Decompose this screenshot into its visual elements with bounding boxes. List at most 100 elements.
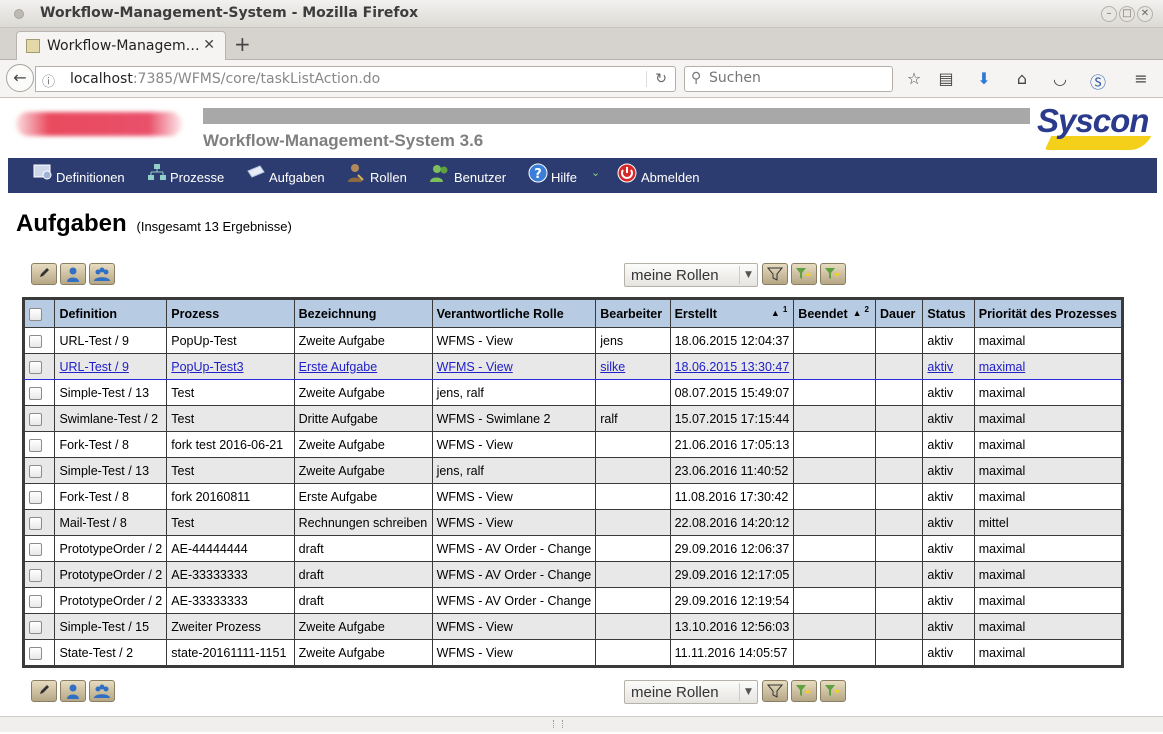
back-button[interactable]: ← [6, 64, 34, 92]
dropdown-arrow-icon[interactable]: ▼ [739, 683, 757, 701]
filter-down-button-bottom[interactable] [820, 680, 846, 702]
window-menu-icon[interactable] [14, 9, 24, 19]
row-checkbox[interactable] [29, 542, 42, 556]
menu-item-definitionen[interactable]: Definitionen [33, 163, 133, 189]
tab-close-icon[interactable]: ✕ [203, 37, 215, 53]
horizontal-scrollbar[interactable] [0, 716, 1163, 732]
menu-item-rollen[interactable]: Rollen [346, 163, 426, 189]
cell-bezeichnung: Zweite Aufgabe [293, 613, 433, 640]
cell-link-prioritaet[interactable]: maximal [979, 360, 1026, 374]
row-checkbox[interactable] [29, 568, 42, 582]
menu-item-hilfe[interactable]: ? Hilfe ⌄ [528, 163, 608, 189]
browser-tab[interactable]: Workflow-Managem… ✕ [16, 31, 226, 60]
scroll-grip[interactable] [553, 720, 563, 728]
role-filter-select[interactable]: meine Rollen ▼ [624, 263, 758, 287]
select-all-checkbox[interactable] [29, 307, 42, 321]
close-window-icon[interactable]: ✕ [1137, 6, 1153, 22]
extension-icon[interactable]: Ⓢ [1088, 69, 1108, 93]
cell-beendet [793, 639, 876, 666]
cell-link-prozess[interactable]: PopUp-Test3 [171, 360, 243, 374]
table-row[interactable]: Fork-Test / 8 fork test 2016-06-21 Zweite … [23, 431, 1123, 458]
header-definition[interactable]: Definition [54, 299, 168, 328]
download-icon[interactable]: ⬇ [974, 69, 994, 88]
filter-sort-up-icon [796, 685, 811, 696]
header-prozess[interactable]: Prozess [166, 299, 295, 328]
search-bar[interactable]: ⚲ [684, 66, 893, 92]
row-checkbox[interactable] [29, 490, 42, 504]
assign-user-button[interactable] [60, 263, 86, 285]
search-input[interactable] [709, 70, 879, 86]
header-dauer[interactable]: Dauer [874, 299, 924, 328]
header-status[interactable]: Status [922, 299, 975, 328]
menu-item-benutzer[interactable]: Benutzer [430, 163, 520, 189]
row-checkbox[interactable] [29, 360, 42, 374]
header-bezeichnung[interactable]: Bezeichnung [293, 299, 433, 328]
cell-prioritaet: maximal [973, 431, 1123, 458]
row-checkbox[interactable] [29, 412, 42, 426]
filter-button[interactable] [762, 263, 788, 285]
row-checkbox[interactable] [29, 594, 42, 608]
role-filter-select-bottom[interactable]: meine Rollen ▼ [624, 680, 758, 704]
menu-item-abmelden[interactable]: Abmelden [617, 163, 717, 189]
table-row[interactable]: Mail-Test / 8 Test Rechnungen schreiben WFM… [23, 509, 1123, 536]
filter-up-button-bottom[interactable] [791, 680, 817, 702]
maximize-icon[interactable]: □ [1119, 6, 1135, 22]
row-checkbox[interactable] [29, 438, 42, 452]
hamburger-menu-icon[interactable]: ≡ [1131, 69, 1151, 88]
home-icon[interactable]: ⌂ [1012, 69, 1032, 88]
cell-link-bezeichnung[interactable]: Erste Aufgabe [299, 360, 378, 374]
cell-link-status[interactable]: aktiv [927, 360, 953, 374]
assign-group-button[interactable] [89, 263, 115, 285]
table-row[interactable]: PrototypeOrder / 2 AE-33333333 draft WFMS -… [23, 561, 1123, 588]
chevron-down-icon[interactable]: ⌄ [591, 166, 600, 179]
table-row[interactable]: URL-Test / 9 PopUp-Test Zweite Aufgabe WFMS… [23, 327, 1123, 354]
info-icon[interactable]: ⓘ [42, 71, 55, 90]
reading-list-icon[interactable]: ▤ [936, 69, 956, 88]
cell-prioritaet: maximal [973, 405, 1123, 432]
header-bearbeiter[interactable]: Bearbeiter [595, 299, 671, 328]
cell-status: aktiv [922, 535, 975, 562]
new-tab-button[interactable]: + [234, 32, 251, 56]
row-checkbox[interactable] [29, 646, 42, 660]
url-text[interactable]: localhost:7385/WFMS/core/taskListAction.… [70, 71, 380, 87]
table-row[interactable]: State-Test / 2 state-20161111-1151 Zweite … [23, 639, 1123, 666]
table-row[interactable]: URL-Test / 9 PopUp-Test3 Erste Aufgabe WFMS… [23, 353, 1123, 380]
reload-icon[interactable]: ↻ [646, 71, 667, 87]
table-row[interactable]: PrototypeOrder / 2 AE-44444444 draft WFMS -… [23, 535, 1123, 562]
header-rolle[interactable]: Verantwortliche Rolle [431, 299, 597, 328]
assign-group-button-bottom[interactable] [89, 680, 115, 702]
table-row[interactable]: Simple-Test / 15 Zweiter Prozess Zweite Au… [23, 613, 1123, 640]
pocket-icon[interactable]: ◡ [1050, 69, 1070, 88]
row-checkbox[interactable] [29, 464, 42, 478]
header-prioritaet[interactable]: Priorität des Prozesses [973, 299, 1123, 328]
filter-down-button[interactable] [820, 263, 846, 285]
minimize-icon[interactable]: – [1101, 6, 1117, 22]
row-checkbox[interactable] [29, 334, 42, 348]
table-row[interactable]: Swimlane-Test / 2 Test Dritte Aufgabe WFMS … [23, 405, 1123, 432]
cell-link-definition[interactable]: URL-Test / 9 [59, 360, 128, 374]
table-row[interactable]: PrototypeOrder / 2 AE-33333333 draft WFMS -… [23, 587, 1123, 614]
assign-user-button-bottom[interactable] [60, 680, 86, 702]
row-checkbox[interactable] [29, 620, 42, 634]
cell-bezeichnung: Zweite Aufgabe [293, 457, 433, 484]
url-bar[interactable]: ⓘ localhost:7385/WFMS/core/taskListActio… [35, 66, 676, 92]
edit-button[interactable] [31, 263, 57, 285]
cell-link-rolle[interactable]: WFMS - View [437, 360, 513, 374]
table-row[interactable]: Simple-Test / 13 Test Zweite Aufgabe jens, … [23, 457, 1123, 484]
header-erstellt[interactable]: Erstellt ▲ 1 [669, 299, 795, 328]
cell-link-bearbeiter[interactable]: silke [600, 360, 625, 374]
filter-up-button[interactable] [791, 263, 817, 285]
table-row[interactable]: Simple-Test / 13 Test Zweite Aufgabe jens, … [23, 379, 1123, 406]
row-checkbox[interactable] [29, 516, 42, 530]
menu-item-prozesse[interactable]: Prozesse [147, 163, 237, 189]
cell-link-erstellt[interactable]: 18.06.2015 13:30:47 [675, 360, 790, 374]
bookmark-star-icon[interactable]: ☆ [904, 69, 924, 88]
table-row[interactable]: Fork-Test / 8 fork 20160811 Erste Aufgabe W… [23, 483, 1123, 510]
dropdown-arrow-icon[interactable]: ▼ [739, 266, 757, 284]
menu-item-aufgaben[interactable]: Aufgaben [246, 163, 336, 189]
edit-button-bottom[interactable] [31, 680, 57, 702]
user-icon [67, 684, 79, 699]
header-beendet[interactable]: Beendet ▲ 2 [793, 299, 876, 328]
row-checkbox[interactable] [29, 386, 42, 400]
filter-button-bottom[interactable] [762, 680, 788, 702]
